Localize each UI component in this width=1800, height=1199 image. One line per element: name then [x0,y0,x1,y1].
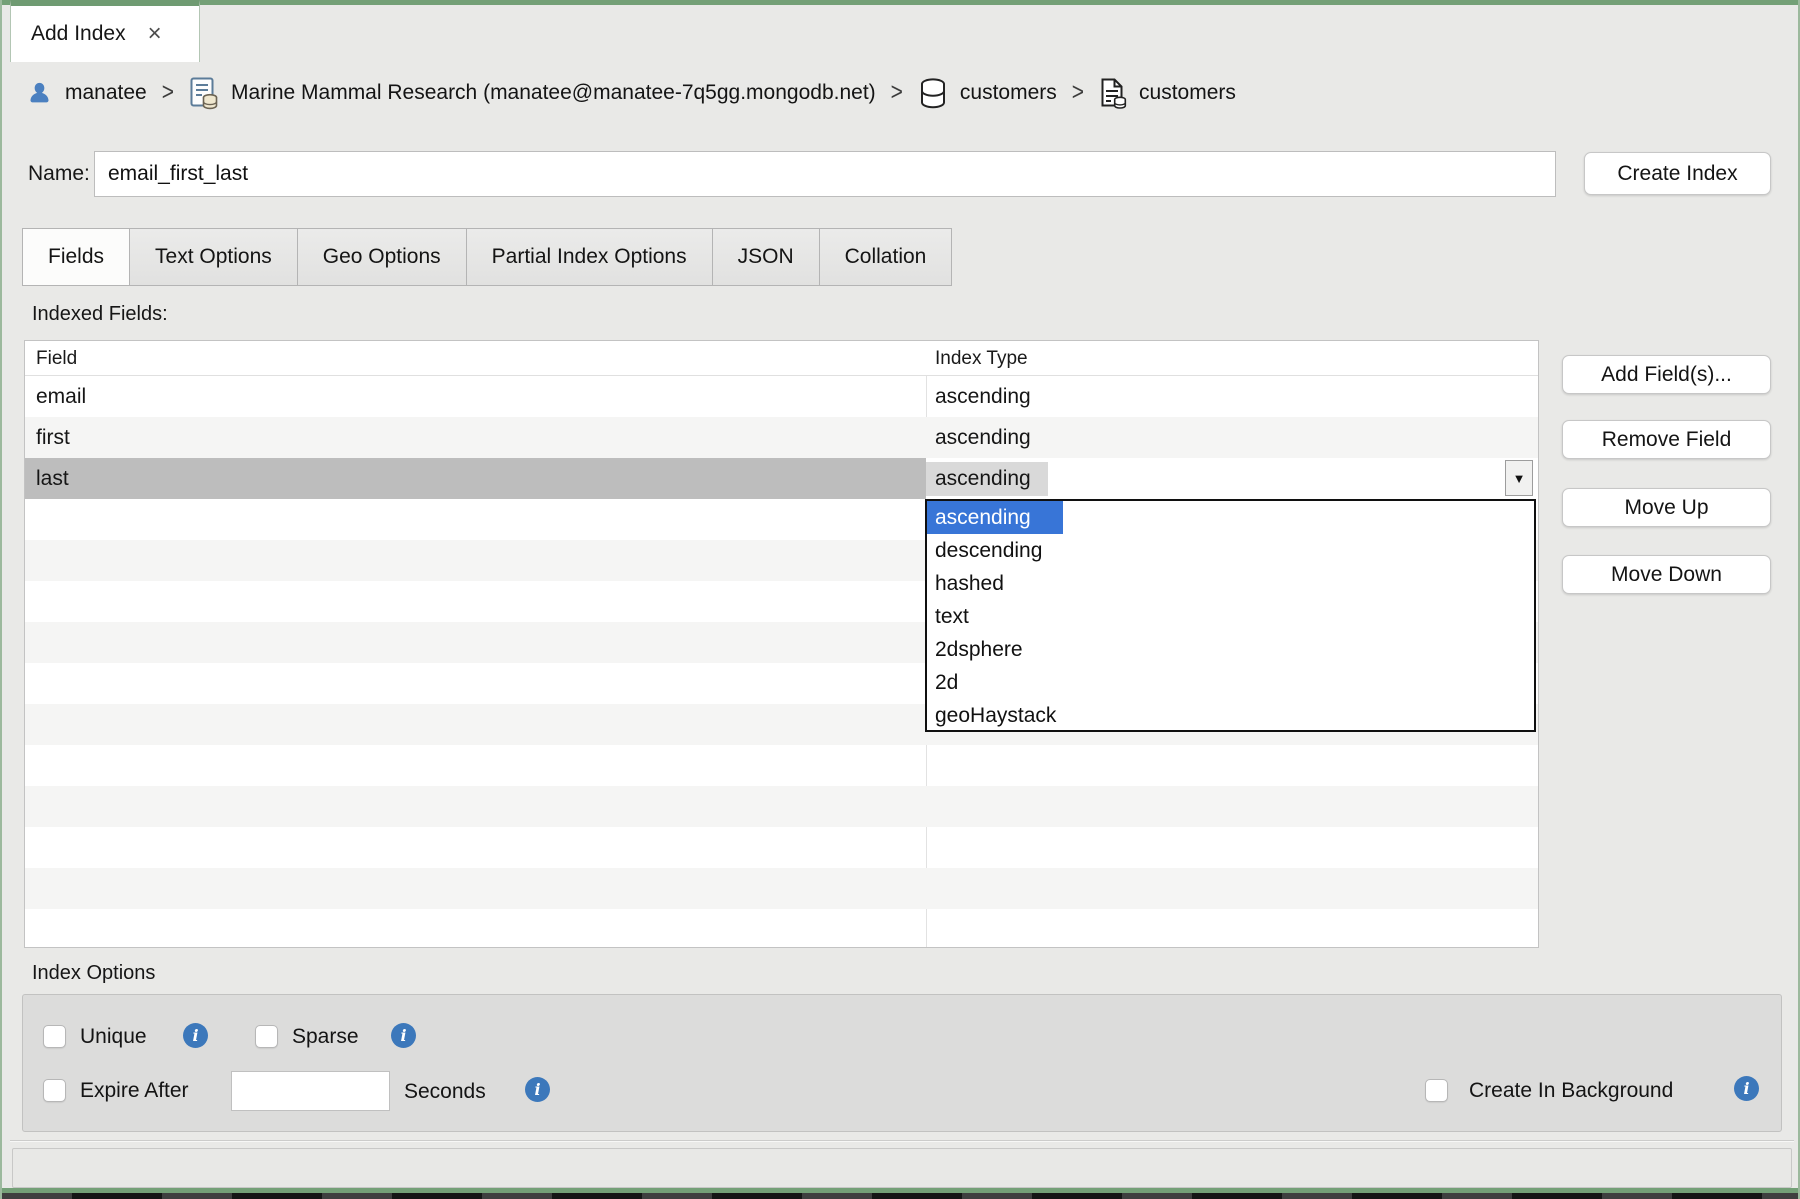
table-row[interactable]: first ascending [25,417,1538,458]
breadcrumb-cluster[interactable]: Marine Mammal Research (manatee@manatee-… [231,81,876,105]
index-options-group: Unique i Sparse i Expire After Seconds i… [22,994,1782,1132]
user-icon [26,80,53,107]
chevron-right-icon: > [891,79,903,108]
status-bar [12,1148,1792,1188]
dropdown-option-descending[interactable]: descending [927,534,1534,567]
unique-info-icon[interactable]: i [183,1023,208,1048]
dropdown-option-ascending[interactable]: ascending [927,501,1534,534]
column-header-field: Field [36,341,77,376]
index-type-dropdown: ascending descending hashed text 2dspher… [925,499,1536,732]
add-index-window: Add Index × manatee > Marine Mammal Rese… [0,0,1800,1199]
create-index-button[interactable]: Create Index [1584,152,1771,195]
table-row-empty [25,868,1538,909]
index-type-cell-editing[interactable]: ascending ▼ [926,458,1538,499]
index-type-editor-value[interactable]: ascending [926,462,1048,496]
chevron-right-icon: > [162,79,174,108]
name-label: Name: [28,162,90,186]
add-fields-button[interactable]: Add Field(s)... [1562,355,1771,394]
create-in-background-checkbox[interactable] [1425,1079,1448,1102]
tab-title: Add Index [31,22,126,46]
expire-after-checkbox[interactable] [43,1079,66,1102]
dropdown-arrow-button[interactable]: ▼ [1505,460,1533,496]
breadcrumb-user[interactable]: manatee [65,81,147,105]
tab-text-options[interactable]: Text Options [130,228,298,286]
bottom-divider [10,1140,1794,1142]
table-row-empty [25,909,1538,948]
cluster-icon [189,77,219,110]
create-in-background-info-icon[interactable]: i [1734,1076,1759,1101]
remove-field-button[interactable]: Remove Field [1562,420,1771,459]
indexed-fields-heading: Indexed Fields: [32,303,168,326]
dropdown-option-2dsphere[interactable]: 2dsphere [927,633,1534,666]
field-cell[interactable]: last [25,458,926,499]
index-type-cell[interactable]: ascending [926,376,1538,417]
dropdown-option-text[interactable]: text [927,600,1534,633]
seconds-label: Seconds [404,1080,486,1104]
tab-collation[interactable]: Collation [820,228,953,286]
table-row-selected[interactable]: last ascending ▼ [25,458,1538,499]
collection-icon [1099,77,1127,110]
table-row-empty [25,786,1538,827]
index-name-input[interactable] [94,151,1556,197]
expire-after-seconds-input[interactable] [231,1071,390,1111]
expire-after-label: Expire After [80,1079,189,1103]
breadcrumb-collection[interactable]: customers [1139,81,1236,105]
tab-partial-index-options[interactable]: Partial Index Options [467,228,713,286]
move-up-button[interactable]: Move Up [1562,488,1771,527]
chevron-right-icon: > [1072,79,1084,108]
dropdown-option-geohaystack[interactable]: geoHaystack [927,699,1534,732]
expire-after-info-icon[interactable]: i [525,1077,550,1102]
create-in-background-label: Create In Background [1469,1079,1673,1103]
sparse-info-icon[interactable]: i [391,1023,416,1048]
index-options-heading: Index Options [32,962,155,985]
options-tabstrip: Fields Text Options Geo Options Partial … [22,228,952,286]
tab-json[interactable]: JSON [713,228,820,286]
database-icon [918,77,948,110]
window-top-border [2,0,1798,5]
tab-geo-options[interactable]: Geo Options [298,228,467,286]
field-cell[interactable]: first [25,417,926,458]
dropdown-option-hashed[interactable]: hashed [927,567,1534,600]
sparse-label: Sparse [292,1025,359,1049]
table-row-empty [25,827,1538,868]
breadcrumb-database[interactable]: customers [960,81,1057,105]
table-row[interactable]: email ascending [25,376,1538,417]
unique-label: Unique [80,1025,147,1049]
table-row-empty [25,745,1538,786]
breadcrumb: manatee > Marine Mammal Research (manate… [26,68,1236,118]
table-header: Field Index Type [25,341,1538,376]
move-down-button[interactable]: Move Down [1562,555,1771,594]
column-header-index-type: Index Type [935,341,1028,376]
dropdown-option-2d[interactable]: 2d [927,666,1534,699]
field-cell[interactable]: email [25,376,926,417]
screen-edge-strip [2,1193,1798,1199]
index-type-cell[interactable]: ascending [926,417,1538,458]
indexed-fields-table: Field Index Type email ascending first a… [24,340,1539,948]
close-icon[interactable]: × [148,22,162,46]
tab-fields[interactable]: Fields [22,228,130,286]
sparse-checkbox[interactable] [255,1025,278,1048]
tab-add-index[interactable]: Add Index × [10,0,200,62]
unique-checkbox[interactable] [43,1025,66,1048]
